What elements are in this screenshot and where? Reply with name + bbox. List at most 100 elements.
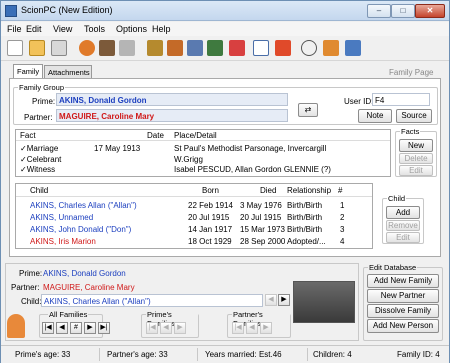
report-icon[interactable] bbox=[167, 40, 183, 56]
save-icon[interactable] bbox=[229, 40, 245, 56]
fact-name: ✓Celebrant bbox=[20, 155, 62, 164]
next-family-button[interactable]: ▶ bbox=[84, 322, 96, 334]
note-button[interactable]: Note bbox=[358, 109, 392, 123]
last-family-button[interactable]: ▶| bbox=[98, 322, 110, 334]
status-years-married: Years married: Est.46 bbox=[205, 350, 282, 359]
child-born: 18 Oct 1929 bbox=[188, 237, 232, 246]
partner-next-button[interactable]: ▶ bbox=[260, 322, 272, 334]
add-new-person-button[interactable]: Add New Person bbox=[367, 319, 439, 333]
user-id-label: User ID: bbox=[344, 97, 374, 106]
family-panel: Family Group Prime: AKINS, Donald Gordon… bbox=[9, 78, 441, 257]
prev-family-button[interactable]: ◀ bbox=[56, 322, 68, 334]
search-icon[interactable] bbox=[301, 40, 317, 56]
fact-name: ✓Marriage bbox=[20, 144, 59, 153]
children-header-relationship: Relationship bbox=[287, 186, 332, 195]
facts-row[interactable]: ✓Marriage 17 May 1913 St Paul's Methodis… bbox=[16, 144, 390, 154]
export-icon[interactable] bbox=[207, 40, 223, 56]
person-icon[interactable] bbox=[7, 314, 25, 338]
menu-bar: File Edit View Tools Options Help bbox=[1, 22, 449, 36]
new-partner-button[interactable]: New Partner bbox=[367, 289, 439, 303]
dissolve-family-button[interactable]: Dissolve Family bbox=[367, 304, 439, 318]
menu-file[interactable]: File bbox=[7, 24, 22, 34]
child-name: AKINS, Unnamed bbox=[30, 213, 94, 222]
facts-legend: Facts bbox=[400, 127, 421, 136]
fact-detail: Isabel PESCUD, Allan Gordon GLENNIE (?) bbox=[174, 165, 331, 174]
calendar-list-icon[interactable] bbox=[253, 40, 269, 56]
bottom-partner-link[interactable]: MAGUIRE, Caroline Mary bbox=[43, 283, 135, 292]
table-row[interactable]: AKINS, Iris Marion 18 Oct 1929 28 Sep 20… bbox=[16, 237, 372, 247]
fact-delete-button[interactable]: Delete bbox=[399, 153, 433, 164]
facts-header-date: Date bbox=[147, 131, 164, 140]
open-icon[interactable] bbox=[29, 40, 45, 56]
menu-view[interactable]: View bbox=[53, 24, 72, 34]
tab-family[interactable]: Family bbox=[13, 64, 43, 79]
minimize-button[interactable]: – bbox=[367, 4, 391, 18]
facts-header-fact: Fact bbox=[20, 131, 36, 140]
fact-name: ✓Witness bbox=[20, 165, 56, 174]
prime-next-button[interactable]: ▶ bbox=[174, 322, 186, 334]
table-row[interactable]: AKINS, Unnamed 20 Jul 1915 20 Jul 1915 B… bbox=[16, 213, 372, 223]
children-header: Child Born Died Relationship # bbox=[16, 184, 372, 197]
child-relationship: Adopted/... bbox=[287, 237, 326, 246]
calendar-icon[interactable] bbox=[345, 40, 361, 56]
close-button[interactable]: ✕ bbox=[415, 4, 445, 18]
people-icon[interactable] bbox=[323, 40, 339, 56]
title-bar: ScionPC (New Edition) – □ ✕ bbox=[1, 1, 449, 21]
child-died: 28 Sep 2000 bbox=[240, 237, 286, 246]
table-row[interactable]: AKINS, Charles Allan ("Allan") 22 Feb 19… bbox=[16, 201, 372, 211]
child-remove-button[interactable]: Remove bbox=[386, 220, 420, 231]
swap-icon[interactable]: ⇄ bbox=[298, 103, 318, 117]
child-died: 20 Jul 1915 bbox=[240, 213, 282, 222]
menu-tools[interactable]: Tools bbox=[84, 24, 105, 34]
child-edit-button[interactable]: Edit bbox=[386, 232, 420, 243]
facts-grid: Fact Date Place/Detail ✓Marriage 17 May … bbox=[15, 129, 391, 177]
child-name: AKINS, Charles Allan ("Allan") bbox=[30, 201, 137, 210]
child-relationship: Birth/Birth bbox=[287, 225, 323, 234]
prime-prev-button[interactable]: ◀ bbox=[160, 322, 172, 334]
child-number: 1 bbox=[340, 201, 345, 210]
maximize-button[interactable]: □ bbox=[391, 4, 415, 18]
table-row[interactable]: AKINS, John Donald ("Don") 14 Jan 1917 1… bbox=[16, 225, 372, 235]
fact-new-button[interactable]: New bbox=[399, 139, 433, 152]
page-hint: Family Page bbox=[389, 68, 434, 77]
goto-family-button[interactable]: # bbox=[70, 322, 82, 334]
prime-first-button[interactable]: |◀ bbox=[146, 322, 158, 334]
fact-edit-button[interactable]: Edit bbox=[399, 165, 433, 176]
source-button[interactable]: Source bbox=[396, 109, 432, 123]
tab-attachments[interactable]: Attachments bbox=[44, 65, 92, 79]
facts-row[interactable]: ✓Celebrant W.Grigg bbox=[16, 155, 390, 165]
child-died: 15 Mar 1973 bbox=[240, 225, 285, 234]
first-family-button[interactable]: |◀ bbox=[42, 322, 54, 334]
book-icon[interactable] bbox=[147, 40, 163, 56]
menu-edit[interactable]: Edit bbox=[26, 24, 42, 34]
new-icon[interactable] bbox=[7, 40, 23, 56]
library-icon[interactable] bbox=[187, 40, 203, 56]
child-legend: Child bbox=[387, 194, 407, 203]
partner-field[interactable]: MAGUIRE, Caroline Mary bbox=[56, 109, 288, 122]
status-separator bbox=[307, 348, 308, 361]
children-header-child: Child bbox=[30, 186, 49, 195]
print-icon[interactable] bbox=[51, 40, 67, 56]
fact-date: 17 May 1913 bbox=[94, 144, 141, 153]
partner-prev-button[interactable]: ◀ bbox=[246, 322, 258, 334]
home-icon[interactable] bbox=[275, 40, 291, 56]
family-icon[interactable] bbox=[99, 40, 115, 56]
person-icon[interactable] bbox=[79, 40, 95, 56]
user-id-field[interactable]: F4 bbox=[372, 93, 430, 106]
prime-field[interactable]: AKINS, Donald Gordon bbox=[56, 93, 288, 106]
add-new-family-button[interactable]: Add New Family bbox=[367, 274, 439, 288]
child-name: AKINS, Iris Marion bbox=[30, 237, 96, 246]
facts-header-place: Place/Detail bbox=[174, 131, 217, 140]
tree-icon[interactable] bbox=[119, 40, 135, 56]
child-number: 2 bbox=[340, 213, 345, 222]
bottom-child-label: Child: bbox=[21, 297, 42, 306]
child-next-button[interactable]: ▶ bbox=[278, 294, 290, 306]
bottom-prime-link[interactable]: AKINS, Donald Gordon bbox=[43, 269, 126, 278]
child-selector[interactable]: AKINS, Charles Allan ("Allan") bbox=[41, 294, 263, 307]
child-prev-button[interactable]: ◀ bbox=[265, 294, 277, 306]
partner-first-button[interactable]: |◀ bbox=[232, 322, 244, 334]
menu-options[interactable]: Options bbox=[116, 24, 147, 34]
facts-row[interactable]: ✓Witness Isabel PESCUD, Allan Gordon GLE… bbox=[16, 165, 390, 175]
child-add-button[interactable]: Add bbox=[386, 206, 420, 219]
menu-help[interactable]: Help bbox=[152, 24, 171, 34]
